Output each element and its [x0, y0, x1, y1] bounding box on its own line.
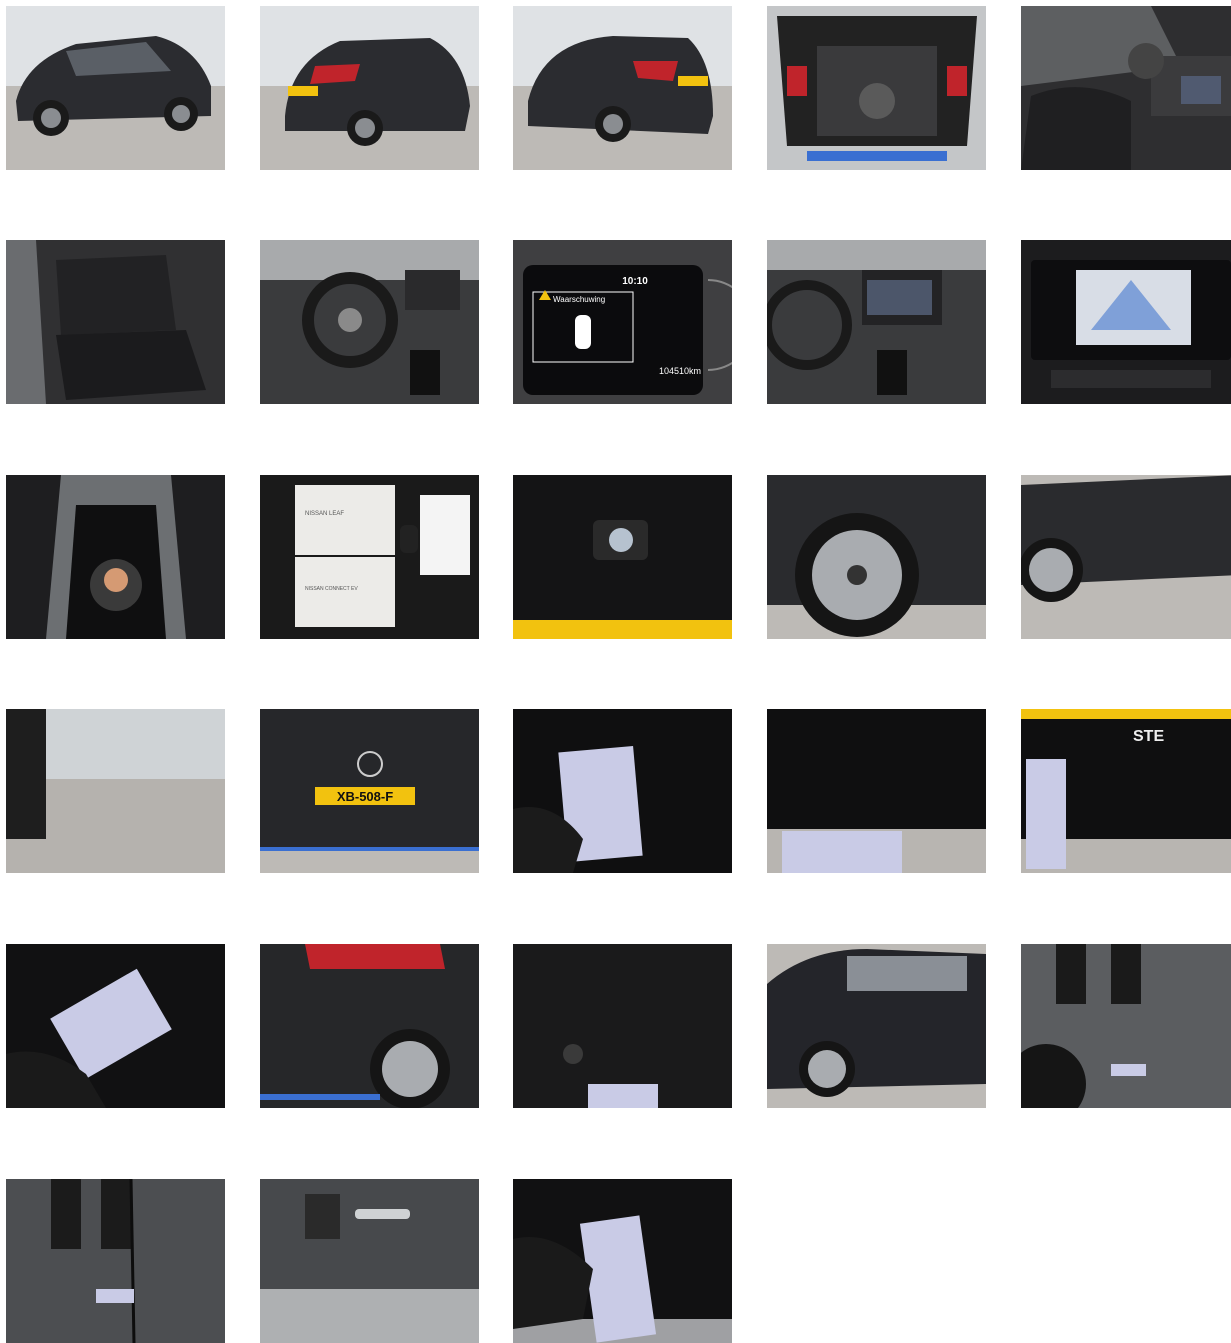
photo-side-wheel-closeup[interactable] — [1021, 475, 1231, 639]
photo-side-profile[interactable] — [767, 944, 986, 1108]
photo-dashboard-center[interactable] — [767, 240, 986, 404]
photo-door-seam-measure[interactable] — [6, 1179, 225, 1343]
photo-damage-measure-4[interactable] — [6, 944, 225, 1108]
photo-rear-seats[interactable] — [6, 240, 225, 404]
manual-title-2: NISSAN CONNECT EV — [305, 586, 358, 592]
photo-instrument-cluster[interactable]: 10:10 Waarschuwing 104510km — [513, 240, 732, 404]
warning-text: Waarschuwing — [553, 295, 605, 304]
photo-center-console-shifter[interactable] — [6, 475, 225, 639]
photo-rear-camera[interactable] — [513, 475, 732, 639]
manual-title: NISSAN LEAF — [305, 511, 344, 517]
photo-damage-measure-1[interactable] — [513, 709, 732, 873]
clock-text: 10:10 — [622, 276, 648, 287]
photo-dashboard-steering-wheel[interactable] — [260, 240, 479, 404]
photo-open-trunk[interactable] — [767, 6, 986, 170]
photo-grid: 10:10 Waarschuwing 104510km NISSAN LEAF … — [0, 0, 1231, 1343]
photo-exterior-rear-left[interactable] — [260, 6, 479, 170]
photo-exterior-front-left[interactable] — [6, 6, 225, 170]
photo-damage-measure-6[interactable] — [513, 1179, 732, 1343]
photo-damage-measure-3[interactable]: STE — [1021, 709, 1231, 873]
photo-door-handle-reflection[interactable] — [260, 1179, 479, 1343]
photo-damage-measure-2[interactable] — [767, 709, 986, 873]
bumper-lettering: STE — [1133, 728, 1164, 745]
license-plate-text: XB-508-F — [337, 789, 393, 804]
photo-scratch-closeup[interactable] — [1021, 944, 1231, 1108]
photo-exterior-rear-right[interactable] — [513, 6, 732, 170]
photo-rear-quarter-damage[interactable] — [260, 944, 479, 1108]
photo-front-interior[interactable] — [1021, 6, 1231, 170]
photo-ground-reflection[interactable] — [6, 709, 225, 873]
photo-damage-measure-5[interactable] — [513, 944, 732, 1108]
photo-rear-wheel-closeup[interactable] — [767, 475, 986, 639]
photo-rear-license-plate[interactable]: XB-508-F — [260, 709, 479, 873]
photo-infotainment-screen[interactable] — [1021, 240, 1231, 404]
odometer-text: 104510km — [659, 366, 701, 376]
photo-manuals-and-keys[interactable]: NISSAN LEAF NISSAN CONNECT EV — [260, 475, 479, 639]
